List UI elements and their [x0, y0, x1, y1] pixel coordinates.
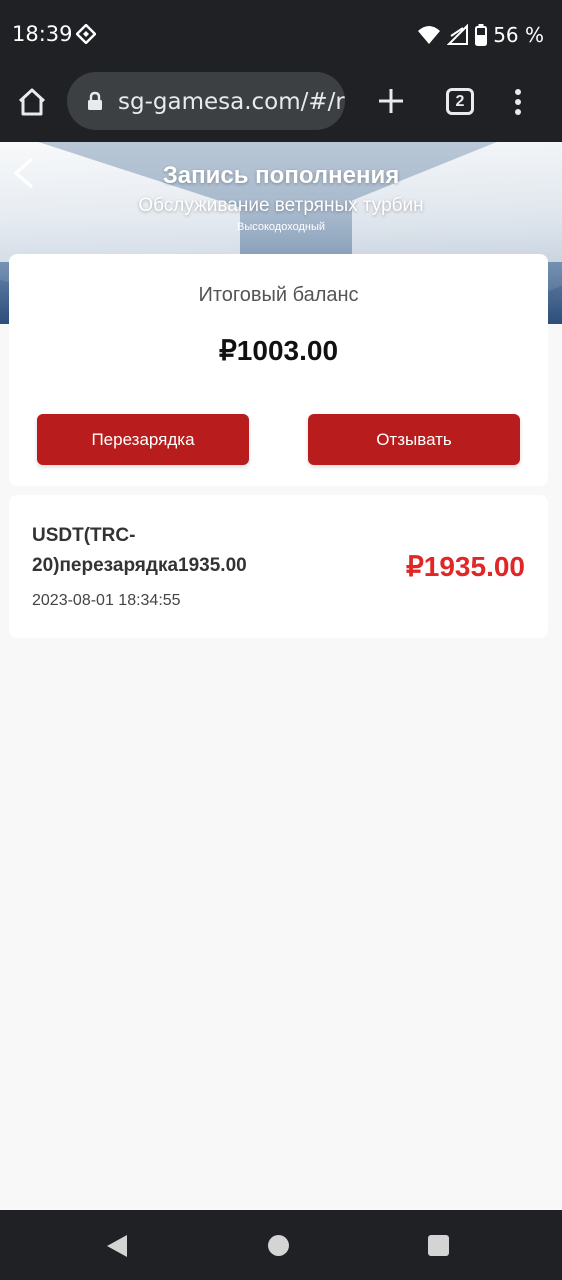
withdraw-button[interactable]: Отзывать: [308, 414, 520, 465]
home-icon[interactable]: [16, 86, 48, 118]
recharge-button[interactable]: Перезарядка: [37, 414, 249, 465]
page-tagline: Высокодоходный: [236, 221, 325, 233]
list-item: USDT(TRC-20)перезарядка1935.00 2023-08-0…: [9, 495, 548, 638]
status-time: 18:39: [12, 22, 73, 46]
lock-icon: [88, 91, 102, 110]
nav-recents-icon[interactable]: [428, 1235, 449, 1256]
more-menu-icon[interactable]: [506, 86, 530, 118]
address-bar[interactable]: sg-gamesa.com/#/re: [67, 72, 345, 130]
tab-count: 2: [455, 92, 465, 110]
record-amount: ₽1935.00: [405, 551, 525, 582]
nav-home-icon[interactable]: [268, 1235, 289, 1256]
binance-icon: [76, 24, 96, 44]
new-tab-icon[interactable]: [376, 86, 406, 116]
browser-toolbar: sg-gamesa.com/#/re 2: [0, 70, 562, 142]
page-title: Запись пополнения: [162, 162, 400, 189]
tab-switcher-button[interactable]: 2: [446, 88, 474, 115]
signal-icon: [447, 24, 469, 45]
page-subtitle: Обслуживание ветряных турбин: [138, 195, 424, 216]
url-text: sg-gamesa.com/#/re: [118, 89, 345, 115]
status-icons: 56 %: [417, 20, 544, 50]
record-title: USDT(TRC-20)перезарядка1935.00: [32, 525, 247, 576]
balance-card: Итоговый баланс ₽1003.00 Перезарядка Отз…: [9, 254, 548, 486]
system-nav-bar: [0, 1210, 562, 1280]
balance-value: ₽1003.00: [218, 335, 339, 366]
record-date: 2023-08-01 18:34:55: [32, 592, 181, 609]
wifi-icon: [418, 26, 441, 44]
battery-icon: [475, 24, 488, 46]
balance-label: Итоговый баланс: [198, 284, 359, 306]
nav-back-icon[interactable]: [106, 1234, 128, 1258]
status-bar: 18:39 56 %: [0, 0, 562, 70]
battery-percent: 56 %: [493, 23, 544, 47]
